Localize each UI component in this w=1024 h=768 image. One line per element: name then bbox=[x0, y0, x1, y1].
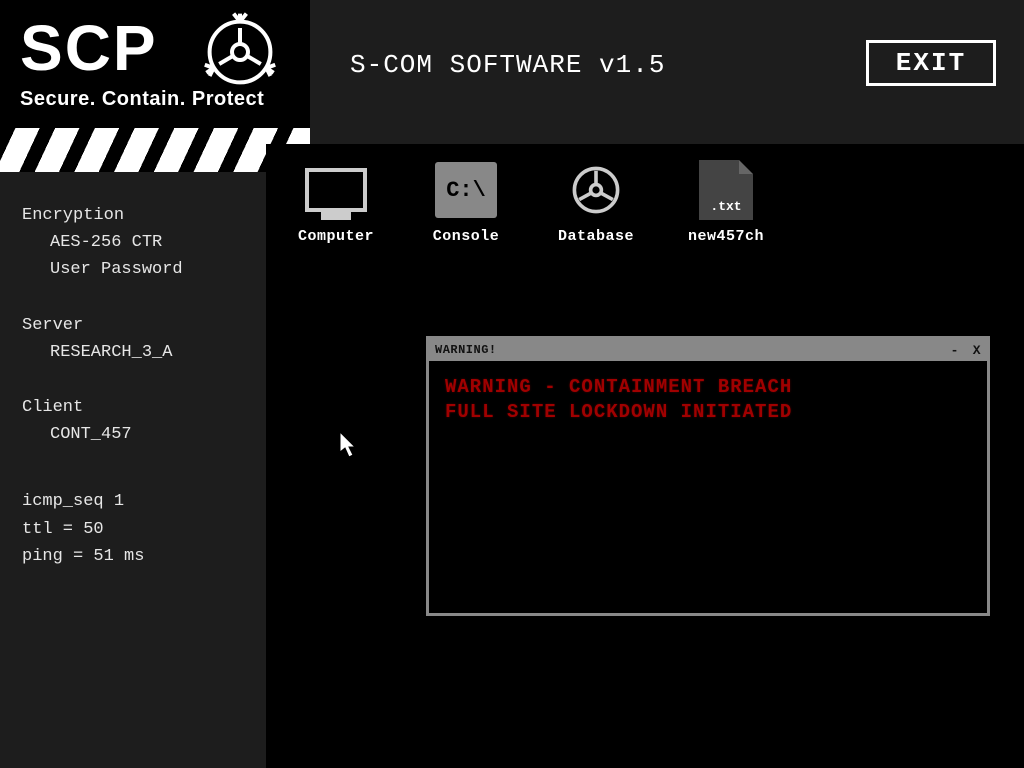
desktop-icon-row: Computer C:\ Console Database bbox=[286, 158, 776, 245]
file-ext: .txt bbox=[699, 199, 753, 214]
warning-line-1: WARNING - CONTAINMENT BREACH bbox=[445, 375, 971, 400]
scp-circle-icon bbox=[559, 158, 633, 222]
server-header: Server bbox=[22, 312, 246, 339]
warning-line-2: FULL SITE LOCKDOWN INITIATED bbox=[445, 400, 971, 425]
minimize-button[interactable]: - bbox=[951, 343, 959, 358]
computer-label: Computer bbox=[286, 228, 386, 245]
window-title: WARNING! bbox=[435, 343, 497, 357]
console-label: Console bbox=[416, 228, 516, 245]
app-title: S-COM SOFTWARE v1.5 bbox=[350, 50, 665, 80]
client-header: Client bbox=[22, 394, 246, 421]
server-block: Server RESEARCH_3_A bbox=[22, 312, 246, 366]
console-glyph-text: C:\ bbox=[435, 162, 497, 218]
window-body: WARNING - CONTAINMENT BREACH FULL SITE L… bbox=[429, 361, 987, 438]
window-titlebar[interactable]: WARNING! - X bbox=[429, 339, 987, 361]
logo-panel: SCP Secure. Contain. Protect bbox=[0, 0, 310, 128]
window-controls: - X bbox=[945, 343, 981, 358]
encryption-header: Encryption bbox=[22, 202, 246, 229]
close-button[interactable]: X bbox=[973, 343, 981, 358]
console-glyph-icon: C:\ bbox=[429, 158, 503, 222]
file-icon: .txt bbox=[689, 158, 763, 222]
monitor-icon bbox=[299, 158, 373, 222]
logo-text: SCP bbox=[20, 16, 158, 80]
database-label: Database bbox=[546, 228, 646, 245]
client-value: CONT_457 bbox=[22, 421, 246, 448]
hazard-stripe bbox=[0, 128, 310, 172]
textfile-label: new457ch bbox=[676, 228, 776, 245]
console-icon[interactable]: C:\ Console bbox=[416, 158, 516, 245]
header-edge bbox=[310, 128, 1024, 144]
encryption-mode: User Password bbox=[22, 256, 246, 283]
scp-logo-icon bbox=[200, 12, 280, 92]
exit-button[interactable]: EXIT bbox=[866, 40, 996, 86]
encryption-block: Encryption AES-256 CTR User Password bbox=[22, 202, 246, 284]
textfile-icon[interactable]: .txt new457ch bbox=[676, 158, 776, 245]
header-bar: SCP Secure. Contain. Protect S-COM SOFTW… bbox=[0, 0, 1024, 128]
server-value: RESEARCH_3_A bbox=[22, 339, 246, 366]
net-ttl: ttl = 50 bbox=[22, 516, 246, 543]
database-icon[interactable]: Database bbox=[546, 158, 646, 245]
warning-window[interactable]: WARNING! - X WARNING - CONTAINMENT BREAC… bbox=[426, 336, 990, 616]
net-ping: ping = 51 ms bbox=[22, 543, 246, 570]
sidebar: Encryption AES-256 CTR User Password Ser… bbox=[0, 172, 266, 768]
net-seq: icmp_seq 1 bbox=[22, 488, 246, 515]
encryption-algo: AES-256 CTR bbox=[22, 229, 246, 256]
netstat-block: icmp_seq 1 ttl = 50 ping = 51 ms bbox=[22, 488, 246, 570]
client-block: Client CONT_457 bbox=[22, 394, 246, 448]
computer-icon[interactable]: Computer bbox=[286, 158, 386, 245]
